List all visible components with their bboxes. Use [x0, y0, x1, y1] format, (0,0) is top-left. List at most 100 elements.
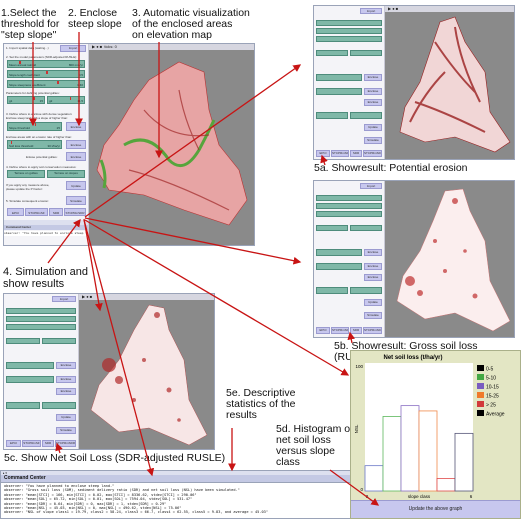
- result-sdr-button[interactable]: SDR: [49, 208, 63, 216]
- slider-5a-2[interactable]: [316, 28, 382, 34]
- terrace-slopes-button[interactable]: Terrace on slopes: [47, 170, 85, 178]
- enclose-5c-2[interactable]: Enclose: [56, 376, 76, 383]
- erosion-heading: Enclose areas with an erosion rate of hi…: [6, 135, 73, 139]
- result-stcprmsf-button[interactable]: STCPRmSF: [25, 208, 48, 216]
- stcprmsdr-5a[interactable]: STCPRmSDR: [363, 150, 382, 157]
- window-potential-erosion: Import Enclose Enclose Enclose Update Si…: [313, 5, 515, 160]
- stcprmsdr-5b[interactable]: STCPRmSDR: [363, 327, 382, 334]
- enclose-5a-1[interactable]: Enclose: [364, 74, 382, 81]
- stcprmsf-5c[interactable]: STCPRmSF: [22, 440, 41, 447]
- slider-5b-2[interactable]: [316, 203, 382, 209]
- enclose-5b-1[interactable]: Enclose: [364, 249, 382, 256]
- update-graph-button[interactable]: Update the above graph: [351, 500, 520, 518]
- control-panel-5c: Import Enclose Enclose Enclose Update Si…: [4, 294, 79, 449]
- enclose-steep-button[interactable]: Enclose: [66, 122, 86, 131]
- terrace-5c-1[interactable]: [6, 402, 40, 409]
- epci-5b[interactable]: EPCI: [316, 327, 330, 334]
- slider-5c-2[interactable]: [6, 316, 76, 322]
- terrace-gullies-button[interactable]: Terrace on gullies: [7, 170, 45, 178]
- soil-loss-threshold-slider[interactable]: Soil loss threshold 30 t/ha/yr: [7, 140, 62, 149]
- terrace-5b-2[interactable]: [350, 287, 382, 294]
- elevation-map: [96, 61, 248, 226]
- simulate-5c[interactable]: Simulate: [56, 427, 76, 434]
- slider-5a-1[interactable]: [316, 20, 382, 26]
- update-button[interactable]: Update: [66, 181, 86, 190]
- slider-5c-7[interactable]: [6, 376, 54, 383]
- slope-threshold-slider[interactable]: Slope threshold 25: [7, 122, 62, 131]
- sdr-5b[interactable]: SDR: [350, 327, 362, 334]
- slider-5a-4[interactable]: [316, 50, 348, 56]
- import-button[interactable]: Import: [60, 45, 86, 52]
- slider-5c-4[interactable]: [6, 338, 40, 344]
- stcprmsf-5b[interactable]: STCPRmSF: [331, 327, 349, 334]
- histogram-bar-average: [454, 432, 474, 492]
- chart-title: Net soil loss (t/ha/yr): [383, 355, 442, 361]
- g2-slider[interactable]: g2 11.5: [47, 96, 85, 104]
- gully-heading: Parameters for defining potential gullie…: [6, 91, 60, 95]
- import-button-5b[interactable]: Import: [360, 183, 382, 189]
- g1-slider[interactable]: g1 15: [7, 96, 45, 104]
- histogram-bar-5-10: [382, 416, 402, 492]
- enclose-5c-1[interactable]: Enclose: [56, 362, 76, 369]
- slider-5b-3[interactable]: [316, 211, 382, 217]
- annotation-step2: 2. Enclose steep slope: [68, 7, 122, 30]
- sdr-5a[interactable]: SDR: [350, 150, 362, 157]
- slider-5b-4[interactable]: [316, 225, 348, 231]
- stcprmsf-5a[interactable]: STCPRmSF: [331, 150, 349, 157]
- epci-5a[interactable]: EPCI: [316, 150, 330, 157]
- result-epci-button[interactable]: EPCI: [7, 208, 24, 216]
- stcprmsdr-5c[interactable]: STCPRmSDR: [55, 440, 76, 447]
- world-view[interactable]: ▶ ● ■ ticks: 0: [89, 44, 254, 245]
- enclose-5b-2[interactable]: Enclose: [364, 263, 382, 270]
- enclose-erosion-button[interactable]: Enclose: [66, 140, 86, 149]
- ticks-label: ticks: 0: [104, 44, 117, 49]
- update-5a[interactable]: Update: [364, 124, 382, 131]
- soil-loss-threshold-label: Soil loss threshold: [9, 144, 34, 148]
- terrace-5a-1[interactable]: [316, 112, 348, 119]
- legend-label: > 25: [486, 403, 496, 409]
- slider-5a-3[interactable]: [316, 36, 382, 42]
- world-view-5b[interactable]: [385, 181, 514, 337]
- slider-5c-1[interactable]: [6, 308, 76, 314]
- g2-label: g2: [49, 99, 53, 103]
- slider-5c-3[interactable]: [6, 324, 76, 330]
- x-tick-left: 0: [366, 494, 369, 499]
- slider-5b-6[interactable]: [316, 249, 362, 256]
- sdr-5c[interactable]: SDR: [42, 440, 54, 447]
- slope-length-value: 0.5: [78, 73, 83, 77]
- simulate-button[interactable]: Simulate: [66, 196, 86, 205]
- slider-5c-6[interactable]: [6, 362, 54, 369]
- enclose-5b-3[interactable]: Enclose: [364, 274, 382, 281]
- slope-length-slider[interactable]: Slope length coefficient 0.5: [7, 70, 85, 78]
- result-stcprmsdr-button[interactable]: STCPRmSDR: [64, 208, 86, 216]
- epci-5c[interactable]: EPCI: [6, 440, 21, 447]
- slider-5b-5[interactable]: [350, 225, 382, 231]
- terrace-5c-2[interactable]: [42, 402, 76, 409]
- update-5b[interactable]: Update: [364, 299, 382, 306]
- slider-5a-6[interactable]: [316, 74, 362, 81]
- slider-5a-5[interactable]: [350, 50, 382, 56]
- import-button-5a[interactable]: Import: [360, 8, 382, 14]
- world-view-5c[interactable]: ▶ ● ■: [79, 294, 214, 449]
- simulate-5a[interactable]: Simulate: [364, 137, 382, 144]
- update-5c[interactable]: Update: [56, 414, 76, 421]
- enclose-gullies-button[interactable]: Enclose: [66, 152, 86, 161]
- main-netlogo-window: 1. Import spatial data (waiting...) Impo…: [3, 43, 255, 246]
- terrace-5a-2[interactable]: [350, 112, 382, 119]
- simulate-5b[interactable]: Simulate: [364, 312, 382, 319]
- import-button-5c[interactable]: Import: [52, 296, 76, 302]
- slope-steepness-slider[interactable]: Slope steepness coefficient 1.40: [7, 80, 85, 88]
- enclose-5a-2[interactable]: Enclose: [364, 88, 382, 95]
- enclose-5a-3[interactable]: Enclose: [364, 99, 382, 106]
- slider-5b-7[interactable]: [316, 263, 362, 270]
- enclose-heading: 3. Define where to enclose with dense ve…: [6, 112, 73, 120]
- enclose-5c-3[interactable]: Enclose: [56, 388, 76, 395]
- cc-line: observer: "mean[SOL] = 65.72, min[SOL] =…: [4, 497, 193, 502]
- slider-5a-7[interactable]: [316, 88, 362, 95]
- slider-5c-5[interactable]: [42, 338, 76, 344]
- slider-5b-1[interactable]: [316, 195, 382, 201]
- rainfall-slider[interactable]: Mean annual rainfall 800 mm/yr: [7, 60, 85, 68]
- terrace-5b-1[interactable]: [316, 287, 348, 294]
- annotation-step3: 3. Automatic visualization of the enclos…: [132, 7, 250, 41]
- world-view-5a[interactable]: ▶ ● ■: [385, 6, 514, 159]
